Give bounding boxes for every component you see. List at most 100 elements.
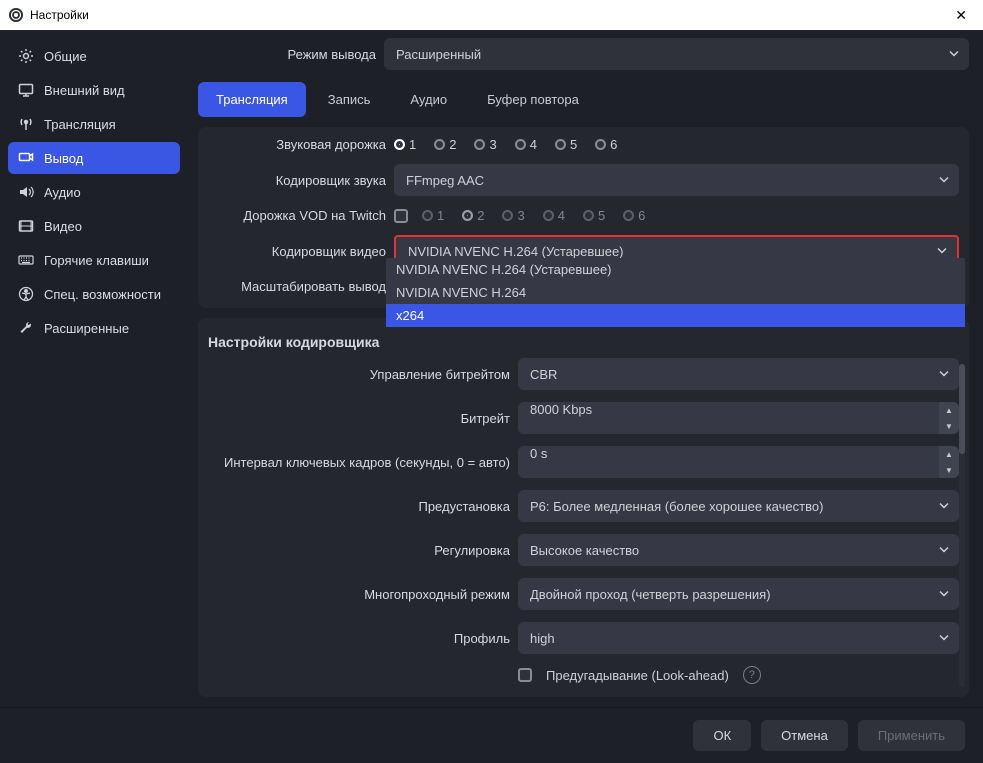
sidebar-item-audio[interactable]: Аудио [8,176,180,208]
gear-icon [18,48,34,64]
multipass-label: Многопроходный режим [208,587,510,602]
audio-track-6[interactable]: 6 [595,137,617,152]
vod-track-2[interactable]: 2 [462,208,484,223]
sidebar-label: Горячие клавиши [44,253,149,268]
cancel-button[interactable]: Отмена [761,720,848,751]
sidebar-label: Внешний вид [44,83,125,98]
speaker-icon [18,184,34,200]
output-mode-label: Режим вывода [198,47,376,62]
chevron-down-icon [939,173,949,188]
spinner-up-icon[interactable]: ▲ [939,446,959,462]
vod-track-label: Дорожка VOD на Twitch [208,208,386,223]
wrench-icon [18,320,34,336]
tab-audio[interactable]: Аудио [392,82,465,117]
audio-encoder-select[interactable]: FFmpeg AAC [394,164,959,196]
sidebar-label: Видео [44,219,82,234]
vod-track-5[interactable]: 5 [583,208,605,223]
encoder-option-x264[interactable]: x264 [386,304,965,327]
obs-icon [8,7,24,23]
vod-track-1[interactable]: 1 [422,208,444,223]
screen-icon [18,82,34,98]
keyframe-input[interactable]: 0 s [518,446,943,478]
ok-button[interactable]: ОК [693,720,751,751]
video-encoder-label: Кодировщик видео [208,244,386,259]
preset-select[interactable]: P6: Более медленная (более хорошее качес… [518,490,959,522]
video-encoder-value: NVIDIA NVENC H.264 (Устаревшее) [408,244,624,259]
sidebar-item-hotkeys[interactable]: Горячие клавиши [8,244,180,276]
video-icon [18,218,34,234]
tab-recording[interactable]: Запись [310,82,389,117]
antenna-icon [18,116,34,132]
sidebar-label: Вывод [44,151,83,166]
spinner-up-icon[interactable]: ▲ [939,402,959,418]
sidebar-label: Расширенные [44,321,129,336]
output-icon [18,150,34,166]
panel-scrollbar[interactable] [959,364,965,687]
audio-track-group: 1 2 3 4 5 6 [394,137,617,152]
vod-track-6[interactable]: 6 [623,208,645,223]
audio-track-2[interactable]: 2 [434,137,456,152]
scrollbar-thumb[interactable] [959,364,965,454]
audio-track-3[interactable]: 3 [474,137,496,152]
vod-track-group: 1 2 3 4 5 6 [422,208,645,223]
profile-select[interactable]: high [518,622,959,654]
encoder-settings-panel: Настройки кодировщика Управление битрейт… [198,318,969,697]
apply-button[interactable]: Применить [858,720,965,751]
chevron-down-icon [939,543,949,558]
main-panel: Режим вывода Расширенный Трансляция Запи… [188,30,983,707]
audio-encoder-label: Кодировщик звука [208,173,386,188]
accessibility-icon [18,286,34,302]
sidebar-item-video[interactable]: Видео [8,210,180,242]
tab-streaming[interactable]: Трансляция [198,82,306,117]
sidebar-item-advanced[interactable]: Расширенные [8,312,180,344]
audio-encoder-value: FFmpeg AAC [406,173,484,188]
output-tabs: Трансляция Запись Аудио Буфер повтора [198,82,969,117]
help-icon[interactable]: ? [743,666,761,684]
profile-label: Профиль [208,631,510,646]
keyboard-icon [18,252,34,268]
spinner-down-icon[interactable]: ▼ [939,418,959,434]
preset-label: Предустановка [208,499,510,514]
vod-track-3[interactable]: 3 [502,208,524,223]
sidebar-item-appearance[interactable]: Внешний вид [8,74,180,106]
sidebar-item-stream[interactable]: Трансляция [8,108,180,140]
keyframe-spinner[interactable]: ▲▼ [939,446,959,478]
multipass-select[interactable]: Двойной проход (четверть разрешения) [518,578,959,610]
sidebar-label: Общие [44,49,87,64]
audio-track-4[interactable]: 4 [515,137,537,152]
vod-track-4[interactable]: 4 [543,208,565,223]
sidebar-label: Аудио [44,185,81,200]
vod-track-checkbox[interactable] [394,209,408,223]
chevron-down-icon [939,367,949,382]
sidebar-label: Трансляция [44,117,116,132]
sidebar: Общие Внешний вид Трансляция Вывод Аудио… [0,30,188,707]
output-mode-value: Расширенный [396,47,481,62]
sidebar-item-output[interactable]: Вывод [8,142,180,174]
close-button[interactable]: ✕ [947,7,975,24]
sidebar-item-general[interactable]: Общие [8,40,180,72]
spinner-down-icon[interactable]: ▼ [939,462,959,478]
bitrate-input[interactable]: 8000 Kbps [518,402,943,434]
bitrate-spinner[interactable]: ▲▼ [939,402,959,434]
rate-control-label: Управление битрейтом [208,367,510,382]
chevron-down-icon [939,587,949,602]
chevron-down-icon [949,47,959,62]
audio-track-label: Звуковая дорожка [208,137,386,152]
chevron-down-icon [937,244,947,259]
rate-control-select[interactable]: CBR [518,358,959,390]
sidebar-label: Спец. возможности [44,287,161,302]
tab-replay-buffer[interactable]: Буфер повтора [469,82,597,117]
encoder-option-nvenc[interactable]: NVIDIA NVENC H.264 [386,281,965,304]
chevron-down-icon [939,631,949,646]
encoder-option-nvenc-legacy[interactable]: NVIDIA NVENC H.264 (Устаревшее) [386,258,965,281]
rescale-label: Масштабировать вывод [208,279,386,294]
audio-track-1[interactable]: 1 [394,137,416,152]
keyframe-label: Интервал ключевых кадров (секунды, 0 = а… [208,455,510,470]
output-mode-select[interactable]: Расширенный [384,38,969,70]
audio-track-5[interactable]: 5 [555,137,577,152]
encoder-section-title: Настройки кодировщика [198,328,969,358]
lookahead-checkbox[interactable] [518,668,532,682]
sidebar-item-accessibility[interactable]: Спец. возможности [8,278,180,310]
window-title: Настройки [30,8,89,22]
tuning-select[interactable]: Высокое качество [518,534,959,566]
